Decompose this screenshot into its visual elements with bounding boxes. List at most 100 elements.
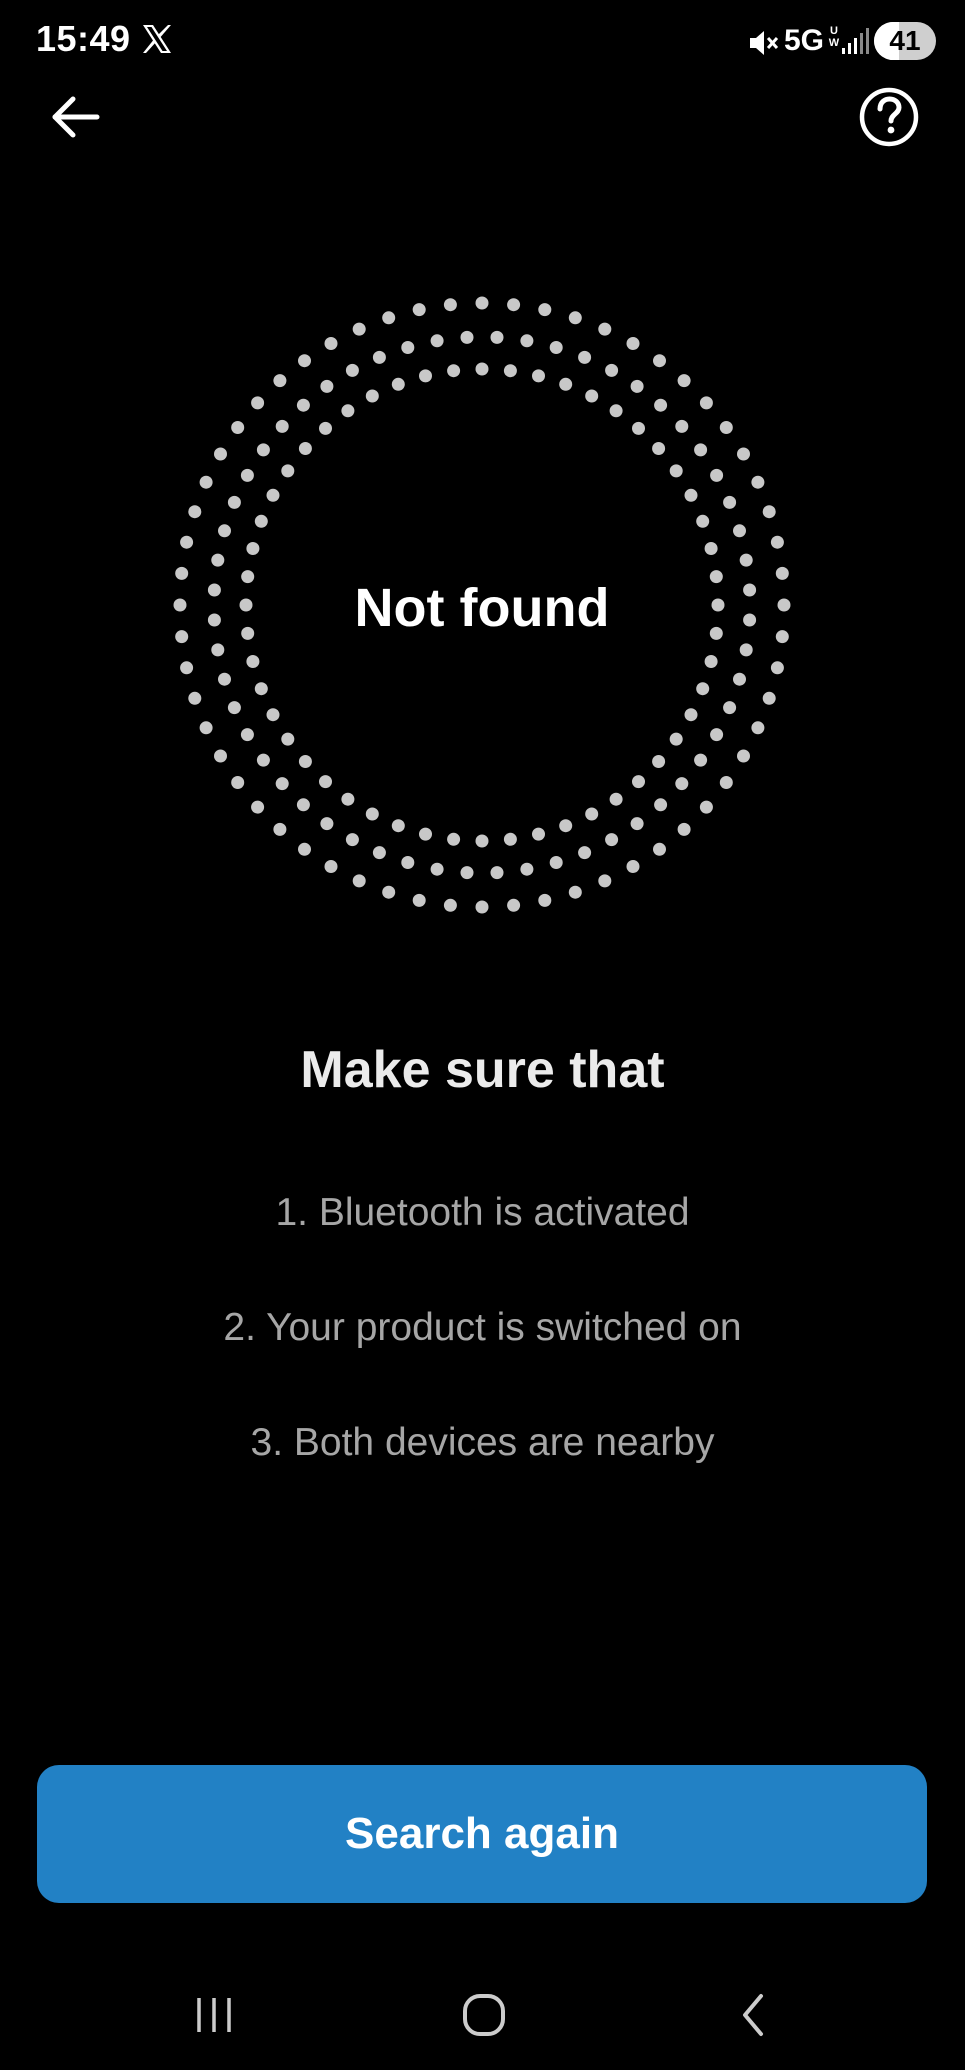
ring-dot [324,860,338,873]
ring-dot [723,495,737,509]
ring-dot [419,369,432,383]
ring-dot [199,721,213,735]
ring-dot [632,775,645,789]
ring-dot [365,807,379,821]
ring-dot [430,334,444,348]
ring-dot [341,404,355,418]
question-circle-icon [859,87,919,147]
ring-dot [653,354,666,368]
ring-dot [240,468,254,482]
search-again-button[interactable]: Search again [37,1765,927,1903]
ring-dot [677,374,691,388]
ring-dot [684,488,698,502]
ring-dot [490,330,504,344]
ring-dot [240,728,254,742]
ring-dot [568,311,582,325]
ring-dot [532,369,545,383]
ring-dot [669,464,683,478]
ring-dot [391,377,405,391]
ring-dot [475,296,489,310]
checklist-item: 3. Both devices are nearby [250,1421,715,1464]
ring-dot [632,421,645,435]
ring-dot [419,827,432,841]
ring-dot [273,374,287,388]
ring-dot [630,379,644,393]
recents-button[interactable] [164,1980,264,2050]
ring-dot [630,817,644,831]
ring-dot [352,874,366,888]
back-chevron-icon [743,1994,763,2036]
ring-dot [696,682,710,696]
ring-dot [626,860,640,873]
ring-dot [251,396,265,410]
home-icon [463,1994,505,2036]
ring-dot [319,775,332,789]
ring-dot [710,468,724,482]
ring-dot [211,553,225,567]
ring-dot [218,524,231,538]
ring-dot [675,419,689,433]
back-button[interactable] [36,82,114,152]
ring-dot [266,708,280,722]
ring-dot [298,755,312,768]
ring-dot [460,866,474,880]
ring-dot [296,798,310,812]
ring-dot [447,364,461,378]
ring-dot [503,364,517,378]
ring-dot [401,341,415,354]
ring-dot [737,447,750,461]
ring-dot [609,792,623,806]
ring-dot [654,798,668,812]
ring-dot [372,846,386,860]
ring-dot [585,807,599,821]
ring-dot [401,856,415,869]
ring-dot [218,672,231,686]
ring-dot [762,691,776,705]
checklist: 1. Bluetooth is activated 2. Your produc… [0,1185,965,1530]
nav-back-button[interactable] [704,1980,804,2050]
ring-dot [246,655,260,668]
ring-dot [507,898,521,912]
ring-dot [520,862,534,876]
ring-dot [382,311,396,325]
home-button[interactable] [434,1980,534,2050]
ring-dot [739,553,753,567]
ring-dot [254,514,268,528]
ring-dot [585,389,599,403]
help-button[interactable] [850,82,928,152]
system-nav-bar [0,1960,965,2070]
ring-dot [739,643,753,657]
ring-dot [669,732,683,746]
ring-dot [475,362,489,376]
ring-dot [227,495,241,509]
ring-dot [762,505,776,519]
x-logo-icon [143,25,171,53]
ring-dot [227,701,241,715]
ring-dot [180,661,194,675]
scan-status-text: Not found [354,578,610,638]
signal-icon [842,28,869,54]
ring-dot [694,753,708,767]
network-sub-label: U W [828,25,840,49]
ring-dot [568,885,582,899]
ring-dot [532,827,545,841]
ring-dot [578,350,592,364]
ring-dot [275,419,289,433]
ring-dot [605,833,619,847]
ring-dot [443,298,457,312]
ring-dot [684,708,698,722]
ring-dot [699,396,713,410]
ring-dot [447,832,461,846]
checklist-heading: Make sure that [300,1041,665,1099]
checklist-item: 1. Bluetooth is activated [275,1191,690,1234]
ring-dot [751,475,765,489]
ring-dot [507,298,521,312]
ring-dot [490,866,504,880]
ring-dot [391,819,405,833]
ring-dot [443,898,457,912]
ring-dot [549,856,563,869]
ring-dot [654,398,668,412]
ring-dot [345,363,359,377]
ring-dot [412,303,426,317]
ring-dot [231,776,245,789]
